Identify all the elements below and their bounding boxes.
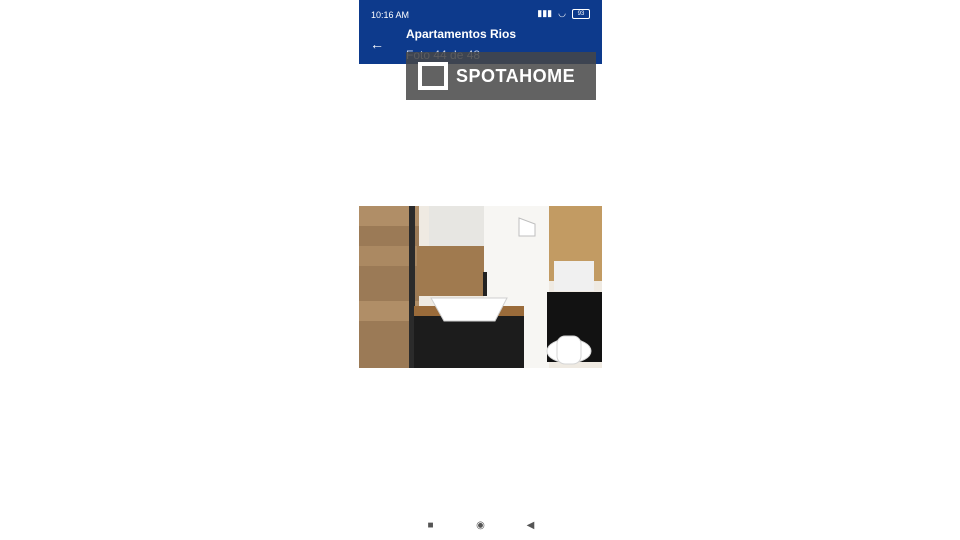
battery-icon: 93: [572, 8, 590, 19]
photo-illustration: [359, 206, 602, 368]
listing-photo[interactable]: [359, 206, 602, 368]
signal-icon: ▮▮▮: [537, 8, 553, 18]
status-icons: ▮▮▮ ◡ 93: [537, 8, 590, 19]
logo-bracket-icon: [418, 62, 448, 90]
wifi-icon: ◡: [558, 8, 566, 18]
system-nav-bar: ■ ◉ ◀: [359, 515, 602, 535]
status-time: 10:16 AM: [371, 10, 410, 20]
status-bar: 10:16 AM ▮▮▮ ◡ 93: [359, 0, 602, 28]
phone-screen: 10:16 AM ▮▮▮ ◡ 93 ← Apartamentos Rios Fo…: [359, 0, 602, 540]
page-title: Apartamentos Rios: [406, 27, 517, 41]
home-icon[interactable]: ◉: [472, 516, 490, 534]
recents-icon[interactable]: ■: [422, 516, 440, 534]
arrow-left-icon[interactable]: ←: [369, 36, 385, 52]
logo-text: SPOTAHOME: [456, 65, 576, 86]
back-icon[interactable]: ◀: [522, 516, 540, 534]
spotahome-logo: SPOTAHOME: [406, 52, 596, 100]
